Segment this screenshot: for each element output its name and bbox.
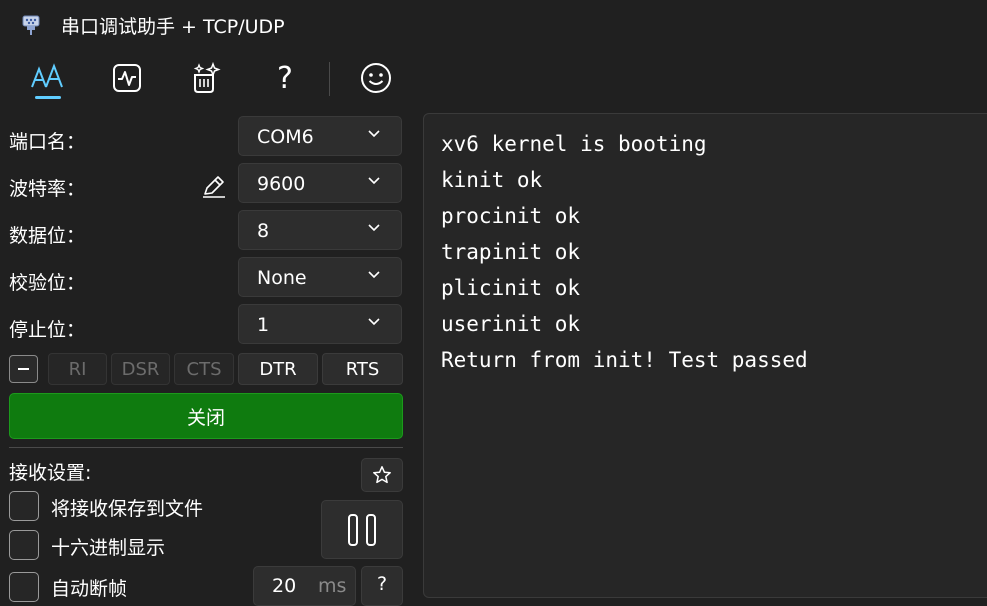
chevron-down-icon <box>368 271 380 279</box>
auto-frame-help-button[interactable]: ? <box>361 566 403 606</box>
baud-value: 9600 <box>257 173 306 195</box>
clean-button[interactable] <box>186 58 226 98</box>
terminal-line: procinit ok <box>441 204 581 228</box>
pause-icon <box>348 513 376 546</box>
parity-select[interactable]: None <box>238 257 402 297</box>
baud-edit-button[interactable] <box>200 172 228 200</box>
title-bar: 串口调试助手 + TCP/UDP <box>0 0 987 48</box>
chevron-down-icon <box>368 224 380 232</box>
terminal-lines: xv6 kernel is booting kinit ok procinit ok… <box>441 129 808 381</box>
chevron-down-icon <box>368 318 380 326</box>
terminal-line: Return from init! Test passed <box>441 348 808 372</box>
frame-interval-input[interactable]: 20 ms <box>253 566 356 606</box>
font-style-icon <box>31 63 63 88</box>
save-to-file-label: 将接收保存到文件 <box>51 498 204 520</box>
baud-select[interactable]: 9600 <box>238 163 402 203</box>
hex-display-label: 十六进制显示 <box>51 537 166 559</box>
terminal-line: xv6 kernel is booting <box>441 132 707 156</box>
receive-settings-title: 接收设置: <box>9 462 92 484</box>
rts-button[interactable]: RTS <box>322 353 403 385</box>
monitor-button[interactable] <box>107 58 147 98</box>
emoji-button[interactable] <box>356 58 396 98</box>
sparkle-icon <box>193 61 221 93</box>
terminal-line: kinit ok <box>441 168 543 192</box>
port-select[interactable]: COM6 <box>238 116 402 156</box>
databits-select[interactable]: 8 <box>238 210 402 250</box>
help-button[interactable]: ? <box>265 58 305 98</box>
stopbits-label: 停止位： <box>9 319 86 341</box>
active-tab-indicator <box>35 96 61 99</box>
dsr-indicator: DSR <box>111 353 170 385</box>
terminal-line: userinit ok <box>441 312 581 336</box>
databits-label: 数据位： <box>9 225 86 247</box>
save-to-file-checkbox[interactable] <box>9 491 39 521</box>
pulse-monitor-icon <box>113 64 141 92</box>
divider <box>9 447 403 448</box>
favorite-button[interactable] <box>361 458 403 492</box>
auto-frame-label: 自动断帧 <box>51 578 128 600</box>
help-icon: ? <box>277 60 293 96</box>
chevron-down-icon <box>368 130 380 138</box>
baud-label: 波特率： <box>9 178 86 200</box>
smiley-icon <box>361 63 391 93</box>
toolbar-separator <box>329 62 330 96</box>
port-label: 端口名： <box>9 131 86 153</box>
pause-button[interactable] <box>321 500 403 559</box>
serial-port-app-icon <box>22 15 40 35</box>
parity-label: 校验位： <box>9 272 86 294</box>
help-icon: ? <box>376 573 388 595</box>
terminal-line: plicinit ok <box>441 276 581 300</box>
ri-indicator: RI <box>48 353 107 385</box>
dtr-button[interactable]: DTR <box>238 353 318 385</box>
parity-value: None <box>257 267 307 289</box>
receive-output-area[interactable]: xv6 kernel is booting kinit ok procinit ok… <box>423 113 987 598</box>
terminal-line: trapinit ok <box>441 240 581 264</box>
stopbits-select[interactable]: 1 <box>238 304 402 344</box>
hex-display-checkbox[interactable] <box>9 530 39 560</box>
window-title: 串口调试助手 + TCP/UDP <box>61 16 285 38</box>
star-icon <box>373 466 391 484</box>
auto-frame-checkbox[interactable] <box>9 572 39 602</box>
frame-interval-value: 20 <box>272 575 297 597</box>
frame-interval-unit: ms <box>318 575 347 597</box>
cts-indicator: CTS <box>174 353 234 385</box>
font-style-button[interactable] <box>27 58 67 98</box>
pen-icon <box>203 176 225 198</box>
signal-toggle-checkbox[interactable] <box>9 355 38 383</box>
stopbits-value: 1 <box>257 314 270 336</box>
databits-value: 8 <box>257 220 270 242</box>
close-port-button[interactable]: 关闭 <box>9 393 403 439</box>
chevron-down-icon <box>368 177 380 185</box>
toolbar: ? <box>0 48 987 108</box>
port-value: COM6 <box>257 126 314 148</box>
